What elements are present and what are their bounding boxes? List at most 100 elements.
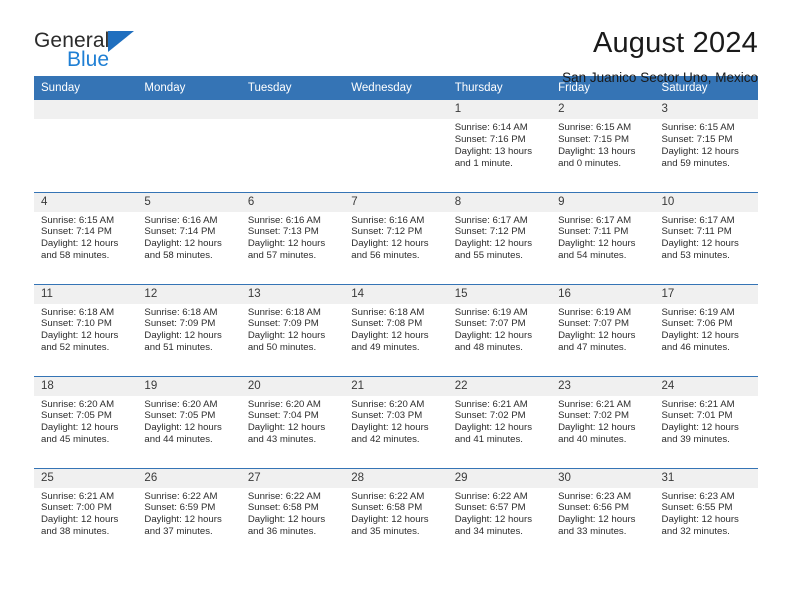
day-number: 14 (344, 284, 448, 304)
day-info-daylight1: Daylight: 12 hours (144, 422, 222, 434)
calendar-day-cell[interactable]: 13 Sunrise: 6:18 AM Sunset: 7:09 PM Dayligh… (240, 283, 345, 376)
calendar-day-cell[interactable]: 2 Sunrise: 6:15 AM Sunset: 7:15 PM Daylight… (551, 100, 655, 192)
calendar-day-cell[interactable]: 20 Sunrise: 6:20 AM Sunset: 7:04 PM Dayligh… (240, 375, 345, 468)
calendar-day-cell[interactable]: 6 Sunrise: 6:16 AM Sunset: 7:13 PM Daylight… (240, 191, 345, 284)
calendar-day-cell[interactable]: 7 Sunrise: 6:16 AM Sunset: 7:12 PM Daylight… (344, 191, 448, 284)
day-info-sunset: Sunset: 7:05 PM (144, 410, 216, 422)
day-info-sunset: Sunset: 7:11 PM (558, 226, 629, 238)
day-info-sunset: Sunset: 7:09 PM (247, 318, 319, 330)
day-info-sunrise: Sunrise: 6:18 AM (41, 306, 115, 318)
calendar-day-cell[interactable]: 8 Sunrise: 6:17 AM Sunset: 7:12 PM Daylight… (447, 191, 552, 284)
day-number: 4 (34, 192, 138, 212)
day-info-sunset: Sunset: 7:14 PM (144, 226, 216, 238)
weekday-header-wednesday: Wednesday (344, 76, 448, 100)
day-number: 15 (447, 284, 552, 304)
day-info-sunset: Sunset: 7:12 PM (454, 226, 526, 238)
calendar-day-cell[interactable]: 9 Sunrise: 6:17 AM Sunset: 7:11 PM Daylight… (551, 191, 655, 284)
calendar-day-cell[interactable]: 11 Sunrise: 6:18 AM Sunset: 7:10 PM Dayligh… (34, 283, 138, 376)
day-info-sunrise: Sunrise: 6:15 AM (41, 214, 115, 226)
day-info: Sunrise: 6:16 AM Sunset: 7:12 PM Daylight:… (344, 212, 447, 263)
calendar-day-cell[interactable]: 14 Sunrise: 6:18 AM Sunset: 7:08 PM Dayligh… (344, 283, 448, 376)
calendar-day-cell[interactable]: 28 Sunrise: 6:22 AM Sunset: 6:58 PM Dayligh… (344, 467, 448, 560)
calendar-day-cell[interactable]: 24 Sunrise: 6:21 AM Sunset: 7:01 PM Dayligh… (654, 375, 758, 468)
page-title: August 2024 (592, 27, 758, 59)
calendar-week-row: 4 Sunrise: 6:15 AM Sunset: 7:14 PM Daylight… (34, 191, 758, 284)
day-info-sunrise: Sunrise: 6:17 AM (661, 214, 735, 226)
day-info-daylight1: Daylight: 12 hours (41, 330, 119, 342)
day-info: Sunrise: 6:21 AM Sunset: 7:02 PM Daylight:… (448, 396, 551, 447)
day-info-daylight2: and 42 minutes. (351, 434, 420, 446)
day-info-daylight2: and 46 minutes. (661, 342, 730, 354)
day-info-sunrise: Sunrise: 6:15 AM (661, 122, 735, 133)
day-number: 11 (34, 284, 138, 304)
day-info-daylight2: and 59 minutes. (661, 157, 730, 169)
calendar-day-cell[interactable]: 23 Sunrise: 6:21 AM Sunset: 7:02 PM Dayligh… (551, 375, 655, 468)
day-info-daylight1: Daylight: 13 hours (454, 145, 533, 157)
day-number: 16 (551, 284, 655, 304)
day-info-daylight1: Daylight: 12 hours (454, 514, 533, 526)
calendar-day-cell[interactable]: 18 Sunrise: 6:20 AM Sunset: 7:05 PM Dayligh… (34, 375, 138, 468)
calendar-day-cell[interactable]: 5 Sunrise: 6:16 AM Sunset: 7:14 PM Daylight… (137, 191, 241, 284)
calendar-day-cell[interactable]: 12 Sunrise: 6:18 AM Sunset: 7:09 PM Dayligh… (137, 283, 241, 376)
day-info-daylight1: Daylight: 12 hours (558, 514, 636, 526)
calendar-day-cell[interactable]: 25 Sunrise: 6:21 AM Sunset: 7:00 PM Dayligh… (34, 467, 138, 560)
day-info: Sunrise: 6:16 AM Sunset: 7:14 PM Daylight:… (137, 212, 240, 263)
calendar-day-cell[interactable]: 15 Sunrise: 6:19 AM Sunset: 7:07 PM Dayligh… (447, 283, 552, 376)
calendar-day-cell[interactable]: 1 Sunrise: 6:14 AM Sunset: 7:16 PM Daylight… (447, 100, 552, 192)
day-info-sunrise: Sunrise: 6:23 AM (558, 490, 632, 502)
day-number: 22 (447, 376, 552, 396)
day-info-daylight1: Daylight: 12 hours (661, 330, 739, 342)
calendar-day-cell[interactable]: 29 Sunrise: 6:22 AM Sunset: 6:57 PM Dayligh… (447, 467, 552, 560)
title-block: August 2024 San Juanico Sector Uno, Mexi… (562, 26, 758, 86)
day-info-daylight2: and 40 minutes. (558, 434, 627, 446)
day-info-daylight2: and 44 minutes. (144, 434, 213, 446)
day-info-daylight1: Daylight: 12 hours (41, 514, 119, 526)
day-info: Sunrise: 6:22 AM Sunset: 6:57 PM Daylight:… (448, 488, 551, 539)
calendar-day-cell[interactable]: 3 Sunrise: 6:15 AM Sunset: 7:15 PM Daylight… (654, 100, 758, 192)
calendar-day-cell[interactable]: 27 Sunrise: 6:22 AM Sunset: 6:58 PM Dayligh… (240, 467, 345, 560)
calendar-day-cell-empty (240, 100, 345, 192)
day-info: Sunrise: 6:15 AM Sunset: 7:15 PM Daylight:… (551, 119, 654, 170)
day-number: 30 (551, 468, 655, 488)
day-info: Sunrise: 6:22 AM Sunset: 6:58 PM Daylight:… (344, 488, 447, 539)
calendar-day-cell[interactable]: 31 Sunrise: 6:23 AM Sunset: 6:55 PM Dayligh… (654, 467, 758, 560)
weekday-header-thursday: Thursday (447, 76, 552, 100)
day-number: 25 (34, 468, 138, 488)
day-info-sunrise: Sunrise: 6:20 AM (41, 398, 115, 410)
day-number: 23 (551, 376, 655, 396)
day-info-daylight2: and 38 minutes. (41, 526, 110, 538)
day-info-daylight1: Daylight: 13 hours (558, 145, 636, 157)
day-info-daylight2: and 56 minutes. (351, 250, 420, 262)
calendar-day-cell[interactable]: 10 Sunrise: 6:17 AM Sunset: 7:11 PM Dayligh… (654, 191, 758, 284)
calendar-day-cell[interactable]: 16 Sunrise: 6:19 AM Sunset: 7:07 PM Dayligh… (551, 283, 655, 376)
day-info: Sunrise: 6:15 AM Sunset: 7:14 PM Daylight:… (34, 212, 137, 263)
weekday-header-sunday: Sunday (34, 76, 138, 100)
day-info-daylight1: Daylight: 12 hours (661, 145, 739, 157)
day-info-daylight1: Daylight: 12 hours (558, 238, 636, 250)
calendar-day-cell[interactable]: 22 Sunrise: 6:21 AM Sunset: 7:02 PM Dayligh… (447, 375, 552, 468)
day-number: 29 (447, 468, 552, 488)
calendar-day-cell[interactable]: 4 Sunrise: 6:15 AM Sunset: 7:14 PM Daylight… (34, 191, 138, 284)
day-info-sunrise: Sunrise: 6:22 AM (247, 490, 321, 502)
calendar-day-cell[interactable]: 19 Sunrise: 6:20 AM Sunset: 7:05 PM Dayligh… (137, 375, 241, 468)
day-info-daylight2: and 1 minute. (454, 157, 513, 169)
day-info-daylight1: Daylight: 12 hours (661, 422, 739, 434)
calendar-day-cell[interactable]: 21 Sunrise: 6:20 AM Sunset: 7:03 PM Dayligh… (344, 375, 448, 468)
day-info-sunset: Sunset: 7:09 PM (144, 318, 216, 330)
day-info-sunrise: Sunrise: 6:19 AM (661, 306, 735, 318)
day-info-daylight2: and 34 minutes. (454, 526, 523, 538)
calendar-day-cell[interactable]: 26 Sunrise: 6:22 AM Sunset: 6:59 PM Dayligh… (137, 467, 241, 560)
logo-flag-icon (108, 31, 135, 52)
day-info-daylight1: Daylight: 12 hours (144, 238, 222, 250)
calendar-day-cell[interactable]: 17 Sunrise: 6:19 AM Sunset: 7:06 PM Dayligh… (654, 283, 758, 376)
calendar-week-row: 25 Sunrise: 6:21 AM Sunset: 7:00 PM Dayligh… (34, 467, 758, 560)
day-info-sunrise: Sunrise: 6:22 AM (454, 490, 528, 502)
day-info-sunrise: Sunrise: 6:18 AM (247, 306, 321, 318)
day-number: 24 (654, 376, 758, 396)
day-info-daylight2: and 58 minutes. (144, 250, 213, 262)
day-info-sunrise: Sunrise: 6:16 AM (144, 214, 218, 226)
day-info-daylight2: and 50 minutes. (247, 342, 317, 354)
day-info-daylight2: and 37 minutes. (144, 526, 213, 538)
day-info-sunrise: Sunrise: 6:21 AM (661, 398, 735, 410)
calendar-day-cell[interactable]: 30 Sunrise: 6:23 AM Sunset: 6:56 PM Dayligh… (551, 467, 655, 560)
